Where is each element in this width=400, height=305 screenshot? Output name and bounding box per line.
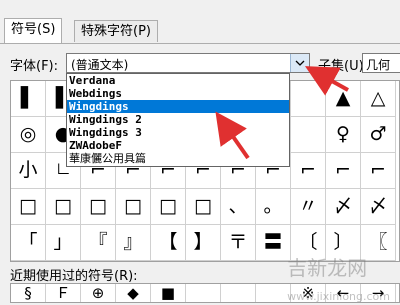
symbol-cell[interactable]: △	[361, 81, 396, 117]
symbol-cell[interactable]: □	[81, 189, 116, 225]
symbol-cell[interactable]: 〃	[291, 189, 326, 225]
watermark-text: 吉新龙网	[287, 256, 368, 280]
subset-combobox-value: 几何	[366, 58, 391, 72]
recent-symbol-cell[interactable]: §	[11, 284, 46, 302]
font-combobox[interactable]: (普通文本)	[66, 53, 310, 73]
tab-bar: 符号(S) 特殊字符(P)	[0, 0, 400, 44]
symbol-cell[interactable]: ▌	[11, 81, 46, 117]
recent-symbol-cell[interactable]: ◆	[116, 284, 151, 302]
recent-symbol-cell[interactable]	[186, 284, 221, 302]
symbol-cell[interactable]: ♀	[326, 117, 361, 153]
symbol-cell[interactable]: 【	[151, 225, 186, 261]
symbol-cell[interactable]: 。	[256, 189, 291, 225]
symbol-cell[interactable]: □	[11, 189, 46, 225]
font-option[interactable]: Verdana	[67, 74, 289, 87]
tab-symbols[interactable]: 符号(S)	[4, 18, 63, 44]
symbol-cell[interactable]: ⌐	[291, 153, 326, 189]
tab-special-characters[interactable]: 特殊字符(P)	[74, 20, 158, 42]
recent-symbols-label: 近期使用过的符号(R):	[10, 269, 138, 284]
recent-symbol-cell[interactable]	[221, 284, 256, 302]
font-option[interactable]: 華康儷公用具篇	[67, 152, 289, 165]
symbol-cell[interactable]: 、	[221, 189, 256, 225]
recent-symbol-cell[interactable]: Ｆ	[46, 284, 81, 302]
symbol-cell[interactable]: ⌐	[326, 153, 361, 189]
symbol-cell[interactable]: □	[151, 189, 186, 225]
font-option[interactable]: Wingdings 3	[67, 126, 289, 139]
font-option[interactable]: Webdings	[67, 87, 289, 100]
font-option[interactable]: Wingdings	[67, 100, 289, 113]
symbol-cell[interactable]: □	[116, 189, 151, 225]
symbol-cell[interactable]: 〆	[326, 189, 361, 225]
subset-combobox[interactable]: 几何	[362, 53, 400, 73]
symbol-cell[interactable]: 小	[11, 153, 46, 189]
symbol-cell[interactable]: 〆	[361, 189, 396, 225]
chevron-down-icon	[295, 60, 305, 66]
symbol-cell[interactable]	[291, 117, 326, 153]
symbol-cell[interactable]: 】	[186, 225, 221, 261]
recent-symbol-cell[interactable]	[256, 284, 291, 302]
symbol-cell[interactable]: ♂	[361, 117, 396, 153]
symbol-cell[interactable]: ▲	[326, 81, 361, 117]
symbol-cell[interactable]: 〒	[221, 225, 256, 261]
recent-symbol-cell[interactable]: ■	[151, 284, 186, 302]
symbol-cell[interactable]: □	[186, 189, 221, 225]
font-option[interactable]: ZWAdobeF	[67, 139, 289, 152]
symbol-cell[interactable]	[291, 81, 326, 117]
watermark-domain: www.jixinlong.com	[287, 290, 390, 303]
symbol-cell[interactable]: 『	[81, 225, 116, 261]
font-label: 字体(F):	[10, 59, 59, 74]
subset-label: 子集(U):	[318, 59, 369, 74]
font-dropdown-list: Verdana Webdings Wingdings Wingdings 2 Wingd…	[66, 73, 290, 167]
watermark: 吉新龙网 www.jixinlong.com	[287, 252, 390, 305]
font-option[interactable]: Wingdings 2	[67, 113, 289, 126]
font-combobox-value: (普通文本)	[71, 58, 129, 72]
symbol-cell[interactable]: 』	[116, 225, 151, 261]
symbol-cell[interactable]: 〓	[256, 225, 291, 261]
symbol-cell[interactable]: ⌐	[361, 153, 396, 189]
tab-divider	[0, 43, 400, 44]
symbol-cell[interactable]: □	[46, 189, 81, 225]
symbol-cell[interactable]: ◎	[11, 117, 46, 153]
symbol-cell[interactable]: 「	[11, 225, 46, 261]
font-dropdown-button[interactable]	[290, 54, 309, 72]
recent-symbol-cell[interactable]: ⊕	[81, 284, 116, 302]
symbol-cell[interactable]: 」	[46, 225, 81, 261]
